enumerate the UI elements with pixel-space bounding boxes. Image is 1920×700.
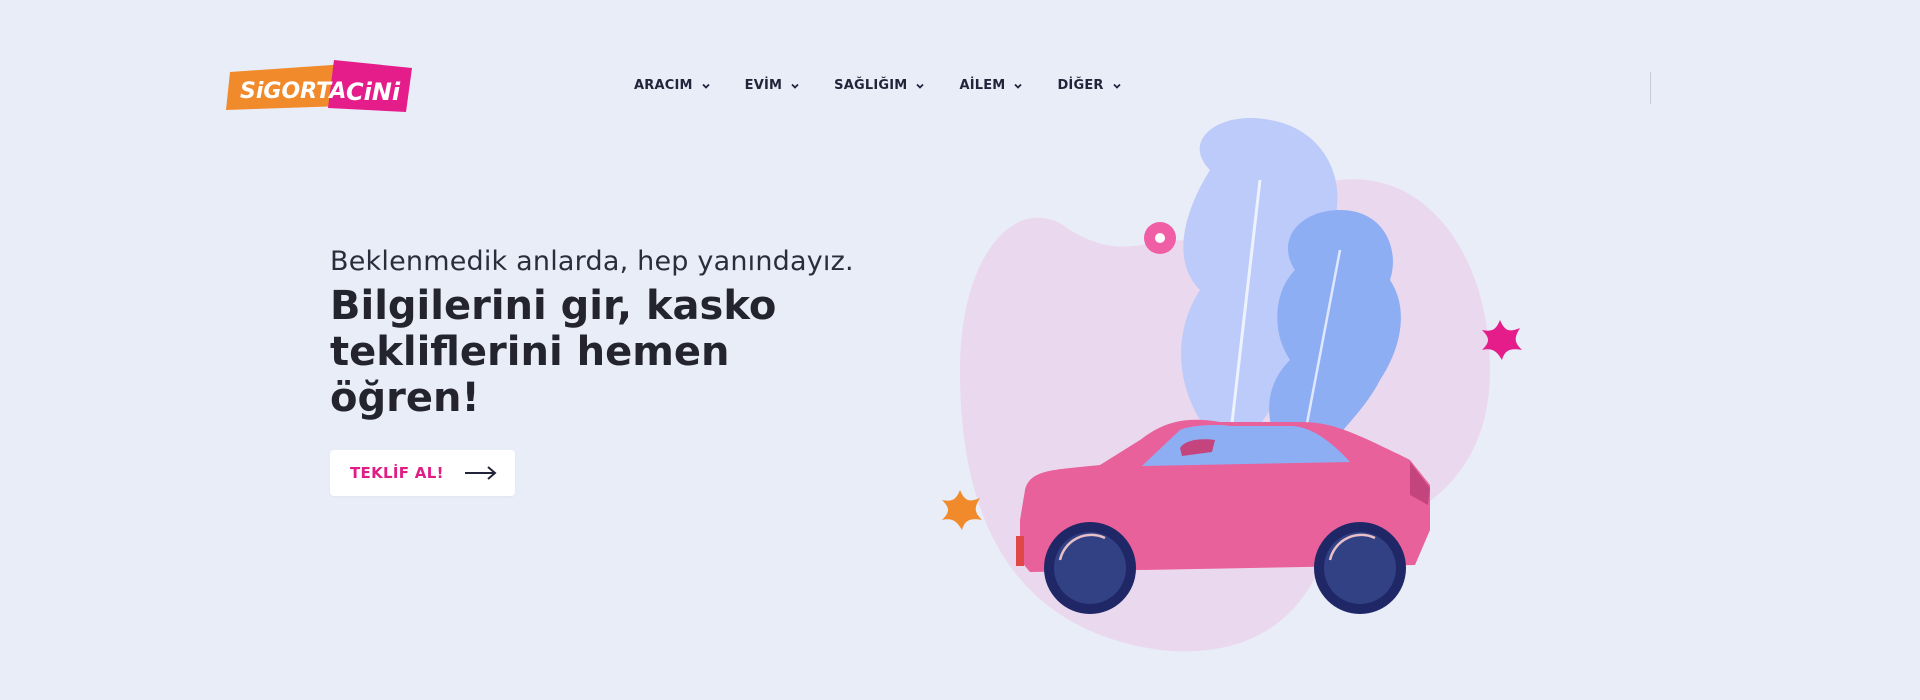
nav-item-sagligim[interactable]: SAĞLIĞIM: [834, 78, 925, 93]
hero-tagline: Beklenmedik anlarda, hep yanındayız.: [330, 246, 854, 277]
logo-text-right: CiNi: [346, 78, 401, 106]
nav-item-label: ARACIM: [634, 78, 693, 93]
hero-headline: Bilgilerini gir, kasko tekliflerini heme…: [330, 283, 777, 421]
logo-text-left: SiGORTA: [240, 79, 346, 104]
sparkle-orange-icon: [942, 490, 982, 530]
hero-section: Beklenmedik anlarda, hep yanındayız. Bil…: [330, 246, 930, 421]
car-with-leaves-illustration: [942, 118, 1522, 652]
nav-item-diger[interactable]: DİĞER: [1057, 78, 1121, 93]
nav-item-label: DİĞER: [1057, 78, 1104, 93]
nav-item-aracim[interactable]: ARACIM: [634, 78, 711, 93]
get-quote-label: TEKLİF AL!: [350, 464, 444, 482]
nav-item-ailem[interactable]: AİLEM: [959, 78, 1023, 93]
chevron-down-icon: [916, 83, 925, 89]
nav-item-label: AİLEM: [959, 78, 1006, 93]
main-nav: ARACIM EVİM SAĞLIĞIM AİLEM DİĞER: [634, 78, 1122, 93]
arrow-right-icon: [465, 466, 497, 480]
get-quote-button[interactable]: TEKLİF AL!: [330, 450, 515, 496]
nav-item-evim[interactable]: EVİM: [745, 78, 801, 93]
chevron-down-icon: [1014, 83, 1023, 89]
nav-divider: [1650, 72, 1651, 104]
front-wheel: [1044, 522, 1136, 614]
chevron-down-icon: [791, 83, 799, 89]
nav-item-label: EVİM: [744, 78, 783, 93]
sigortacini-logo[interactable]: SiGORTA CiNi: [226, 58, 412, 118]
chevron-down-icon: [1113, 83, 1121, 89]
rear-wheel: [1314, 522, 1406, 614]
nav-item-label: SAĞLIĞIM: [834, 78, 908, 93]
chevron-down-icon: [702, 83, 710, 89]
